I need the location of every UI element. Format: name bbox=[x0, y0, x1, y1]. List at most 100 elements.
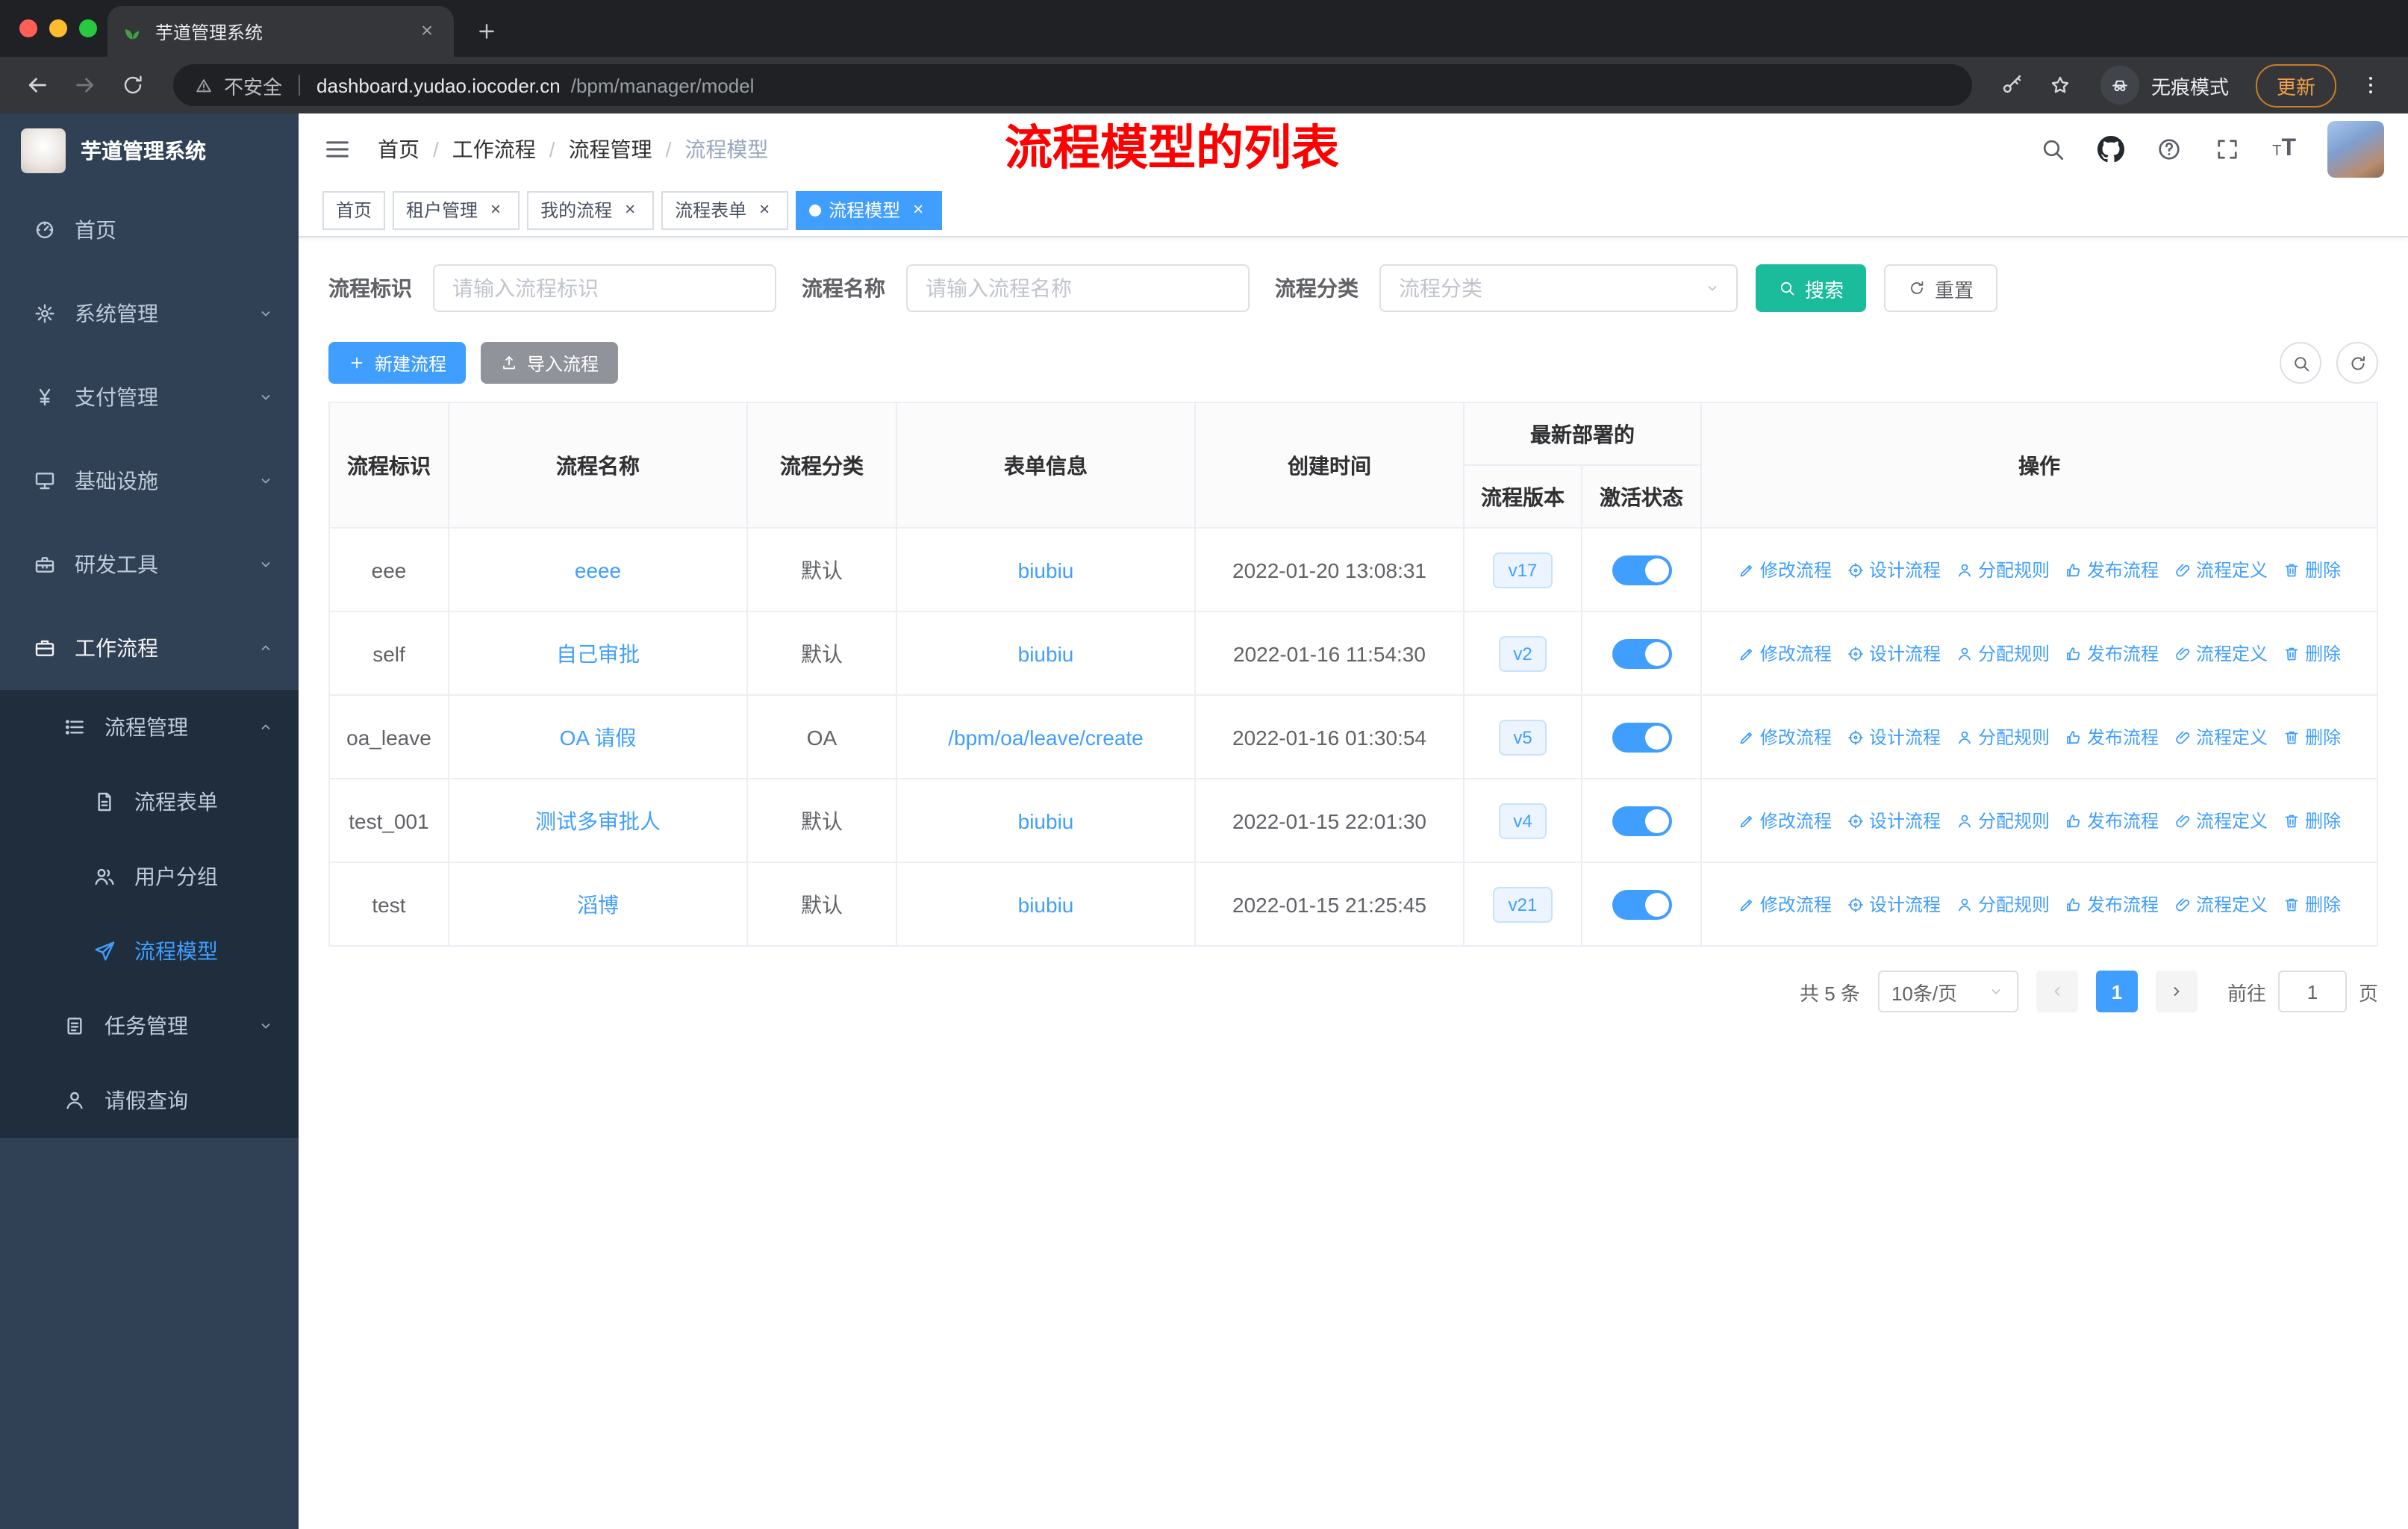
process-name-link[interactable]: OA 请假 bbox=[560, 725, 637, 749]
action-process-definition[interactable]: 流程定义 bbox=[2174, 557, 2268, 582]
version-badge[interactable]: v5 bbox=[1498, 719, 1547, 755]
action-assign-rule[interactable]: 分配规则 bbox=[1956, 641, 2050, 666]
tag-close-icon[interactable] bbox=[754, 199, 775, 220]
next-page-button[interactable] bbox=[2155, 971, 2198, 1012]
incognito-badge[interactable]: 无痕模式 bbox=[2100, 66, 2229, 105]
action-delete[interactable]: 删除 bbox=[2283, 808, 2341, 833]
form-info-link[interactable]: /bpm/oa/leave/create bbox=[948, 725, 1144, 749]
action-publish-process[interactable]: 发布流程 bbox=[2065, 891, 2159, 917]
action-design-process[interactable]: 设计流程 bbox=[1847, 724, 1941, 750]
action-publish-process[interactable]: 发布流程 bbox=[2065, 724, 2159, 750]
password-key-icon[interactable] bbox=[1990, 63, 2035, 108]
action-assign-rule[interactable]: 分配规则 bbox=[1956, 891, 2050, 917]
sidebar-item-devtools[interactable]: 研发工具 bbox=[0, 523, 299, 606]
active-toggle[interactable] bbox=[1612, 555, 1671, 585]
process-name-link[interactable]: 测试多审批人 bbox=[535, 809, 661, 832]
action-process-definition[interactable]: 流程定义 bbox=[2174, 724, 2268, 750]
user-avatar[interactable] bbox=[2327, 120, 2384, 177]
action-publish-process[interactable]: 发布流程 bbox=[2065, 557, 2159, 582]
reset-button[interactable]: 重置 bbox=[1884, 264, 1998, 312]
version-badge[interactable]: v2 bbox=[1498, 635, 1547, 671]
tag-my-process[interactable]: 我的流程 bbox=[527, 190, 655, 229]
sidebar-item-process-model[interactable]: 流程模型 bbox=[0, 914, 299, 988]
page-number-button[interactable]: 1 bbox=[2095, 971, 2138, 1012]
import-process-button[interactable]: 导入流程 bbox=[481, 342, 619, 384]
active-toggle[interactable] bbox=[1612, 889, 1671, 919]
tag-close-icon[interactable] bbox=[485, 199, 506, 220]
tag-process-model[interactable]: 流程模型 bbox=[796, 190, 943, 229]
bookmark-star-icon[interactable] bbox=[2038, 63, 2083, 108]
create-process-button[interactable]: 新建流程 bbox=[328, 342, 467, 384]
active-toggle[interactable] bbox=[1612, 638, 1671, 668]
active-toggle[interactable] bbox=[1612, 806, 1671, 835]
process-name-link[interactable]: 滔博 bbox=[577, 892, 619, 916]
action-process-definition[interactable]: 流程定义 bbox=[2174, 641, 2268, 666]
font-size-icon[interactable] bbox=[2272, 135, 2296, 162]
form-info-link[interactable]: biubiu bbox=[1018, 809, 1074, 832]
action-publish-process[interactable]: 发布流程 bbox=[2065, 641, 2159, 666]
version-badge[interactable]: v4 bbox=[1498, 803, 1547, 838]
action-design-process[interactable]: 设计流程 bbox=[1847, 808, 1941, 833]
goto-page-input[interactable] bbox=[2277, 971, 2347, 1012]
forward-button[interactable] bbox=[63, 63, 107, 108]
browser-update-button[interactable]: 更新 bbox=[2255, 63, 2336, 107]
version-badge[interactable]: v21 bbox=[1493, 886, 1553, 922]
action-modify-process[interactable]: 修改流程 bbox=[1738, 641, 1832, 666]
sidebar-item-user-group[interactable]: 用户分组 bbox=[0, 839, 299, 914]
process-name-input[interactable] bbox=[906, 264, 1250, 312]
sidebar-item-process-form[interactable]: 流程表单 bbox=[0, 764, 299, 839]
search-button[interactable]: 搜索 bbox=[1756, 264, 1867, 312]
back-button[interactable] bbox=[15, 63, 60, 108]
breadcrumb-home[interactable]: 首页 bbox=[378, 134, 419, 164]
action-modify-process[interactable]: 修改流程 bbox=[1738, 724, 1832, 750]
minimize-window-button[interactable] bbox=[49, 19, 67, 37]
action-design-process[interactable]: 设计流程 bbox=[1847, 641, 1941, 666]
action-delete[interactable]: 删除 bbox=[2283, 891, 2341, 917]
search-icon[interactable] bbox=[2039, 135, 2066, 162]
fullscreen-icon[interactable] bbox=[2214, 135, 2241, 162]
reload-button[interactable] bbox=[110, 63, 155, 108]
sidebar-item-home[interactable]: 首页 bbox=[0, 188, 299, 272]
action-modify-process[interactable]: 修改流程 bbox=[1738, 891, 1832, 917]
sidebar-item-workflow[interactable]: 工作流程 bbox=[0, 606, 299, 690]
process-category-select[interactable]: 流程分类 bbox=[1379, 264, 1738, 312]
sidebar-item-system[interactable]: 系统管理 bbox=[0, 272, 299, 355]
help-icon[interactable] bbox=[2156, 135, 2183, 162]
tag-process-form[interactable]: 流程表单 bbox=[661, 190, 789, 229]
version-badge[interactable]: v17 bbox=[1493, 552, 1553, 588]
form-info-link[interactable]: biubiu bbox=[1018, 558, 1074, 582]
sidebar-item-process-management[interactable]: 流程管理 bbox=[0, 690, 299, 764]
sidebar-collapse-icon[interactable] bbox=[322, 134, 352, 164]
form-info-link[interactable]: biubiu bbox=[1018, 641, 1074, 665]
tag-close-icon[interactable] bbox=[908, 199, 929, 220]
action-assign-rule[interactable]: 分配规则 bbox=[1956, 808, 2050, 833]
action-assign-rule[interactable]: 分配规则 bbox=[1956, 557, 2050, 582]
previous-page-button[interactable] bbox=[2036, 971, 2078, 1012]
tag-home[interactable]: 首页 bbox=[322, 190, 386, 229]
close-window-button[interactable] bbox=[19, 19, 37, 37]
sidebar-item-task-management[interactable]: 任务管理 bbox=[0, 988, 299, 1063]
address-bar[interactable]: 不安全 dashboard.yudao.iocoder.cn/bpm/manag… bbox=[173, 64, 1972, 106]
breadcrumb-process-management[interactable]: 流程管理 bbox=[549, 134, 652, 164]
process-key-input[interactable] bbox=[433, 264, 776, 312]
action-modify-process[interactable]: 修改流程 bbox=[1738, 808, 1832, 833]
github-icon[interactable] bbox=[2097, 135, 2124, 162]
action-delete[interactable]: 删除 bbox=[2283, 724, 2341, 750]
sidebar-item-leave-query[interactable]: 请假查询 bbox=[0, 1063, 299, 1138]
action-assign-rule[interactable]: 分配规则 bbox=[1956, 724, 2050, 750]
app-logo[interactable]: 芋道管理系统 bbox=[0, 113, 299, 188]
maximize-window-button[interactable] bbox=[79, 19, 97, 37]
action-process-definition[interactable]: 流程定义 bbox=[2174, 808, 2268, 833]
action-delete[interactable]: 删除 bbox=[2283, 557, 2341, 582]
action-design-process[interactable]: 设计流程 bbox=[1847, 557, 1941, 582]
toggle-search-button[interactable] bbox=[2280, 342, 2321, 384]
action-process-definition[interactable]: 流程定义 bbox=[2174, 891, 2268, 917]
action-delete[interactable]: 删除 bbox=[2283, 641, 2341, 666]
sidebar-item-payment[interactable]: 支付管理 bbox=[0, 355, 299, 439]
process-name-link[interactable]: eeee bbox=[575, 558, 621, 582]
action-modify-process[interactable]: 修改流程 bbox=[1738, 557, 1832, 582]
tag-close-icon[interactable] bbox=[620, 199, 640, 220]
action-design-process[interactable]: 设计流程 bbox=[1847, 891, 1941, 917]
browser-menu-kebab-icon[interactable] bbox=[2348, 63, 2393, 108]
tag-tenant[interactable]: 租户管理 bbox=[393, 190, 520, 229]
